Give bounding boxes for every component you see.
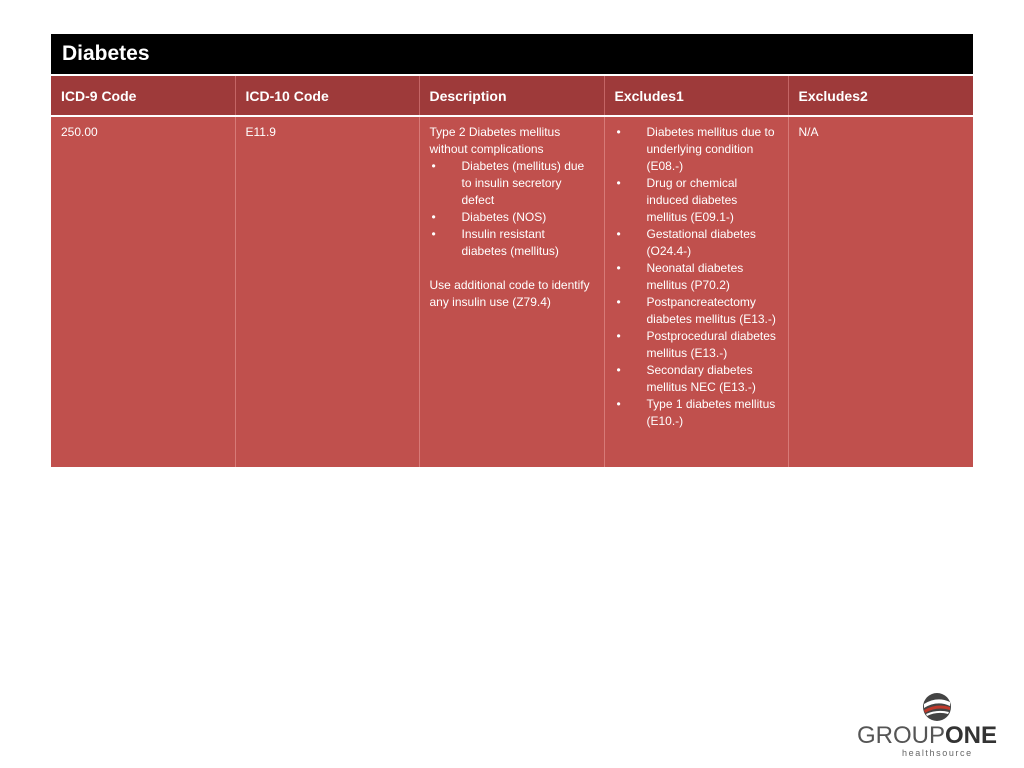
bullet-icon: •	[616, 363, 621, 377]
header-excludes1: Excludes1	[604, 76, 789, 117]
excludes1-bullet-list: • Diabetes mellitus due to underlying con…	[615, 124, 778, 430]
logo-tagline: healthsource	[902, 748, 973, 758]
header-icd9: ICD-9 Code	[51, 76, 236, 117]
description-intro: Type 2 Diabetes mellitus without complic…	[429, 125, 561, 156]
bullet-icon: •	[431, 210, 436, 224]
slide: Diabetes ICD-9 Code ICD-10 Code Descript…	[0, 0, 1024, 768]
list-item: • Neonatal diabetes mellitus (P70.2)	[616, 261, 744, 292]
bullet-icon: •	[616, 397, 621, 411]
header-description: Description	[419, 76, 605, 117]
list-item: • Secondary diabetes mellitus NEC (E13.-)	[616, 363, 756, 394]
table-header-row: ICD-9 Code ICD-10 Code Description Exclu…	[51, 76, 973, 117]
slide-title: Diabetes	[51, 34, 973, 74]
bullet-icon: •	[616, 125, 621, 139]
icd-code-table: ICD-9 Code ICD-10 Code Description Exclu…	[51, 76, 973, 467]
cell-icd9: 250.00	[51, 116, 236, 467]
list-item: • Postpancreatectomy diabetes mellitus (E…	[616, 295, 776, 326]
list-item: • Drug or chemical induced diabetes melli…	[616, 176, 738, 224]
list-item: • Diabetes (mellitus) due to insulin secr…	[431, 159, 585, 207]
bullet-icon: •	[431, 159, 436, 173]
cell-icd10: E11.9	[235, 116, 420, 467]
description-bullet-list: • Diabetes (mellitus) due to insulin secr…	[430, 158, 594, 260]
list-item: • Diabetes (NOS)	[431, 210, 547, 224]
list-item: • Postprocedural diabetes mellitus (E13.-…	[616, 329, 776, 360]
description-note: Use additional code to identify any insu…	[429, 278, 590, 309]
header-excludes2: Excludes2	[788, 76, 973, 117]
bullet-icon: •	[431, 227, 436, 241]
cell-excludes2: N/A	[788, 116, 973, 467]
bullet-icon: •	[616, 295, 621, 309]
list-item: • Gestational diabetes (O24.4-)	[616, 227, 756, 258]
list-item: • Diabetes mellitus due to underlying con…	[616, 125, 775, 173]
logo-wordmark: GROUPONE	[857, 722, 998, 749]
list-item: • Insulin resistant diabetes (mellitus)	[431, 227, 559, 258]
logo-globe-icon	[923, 693, 951, 721]
list-item: • Type 1 diabetes mellitus (E10.-)	[616, 397, 776, 428]
bullet-icon: •	[616, 176, 621, 190]
cell-excludes1: • Diabetes mellitus due to underlying con…	[604, 116, 789, 467]
bullet-icon: •	[616, 227, 621, 241]
cell-description: Type 2 Diabetes mellitus without complic…	[419, 116, 605, 467]
bullet-icon: •	[616, 261, 621, 275]
bullet-icon: •	[616, 329, 621, 343]
header-icd10: ICD-10 Code	[235, 76, 420, 117]
groupone-logo: GROUPONE healthsource	[854, 692, 1018, 762]
table-row: 250.00 E11.9 Type 2 Diabetes mellitus wi…	[51, 116, 973, 467]
